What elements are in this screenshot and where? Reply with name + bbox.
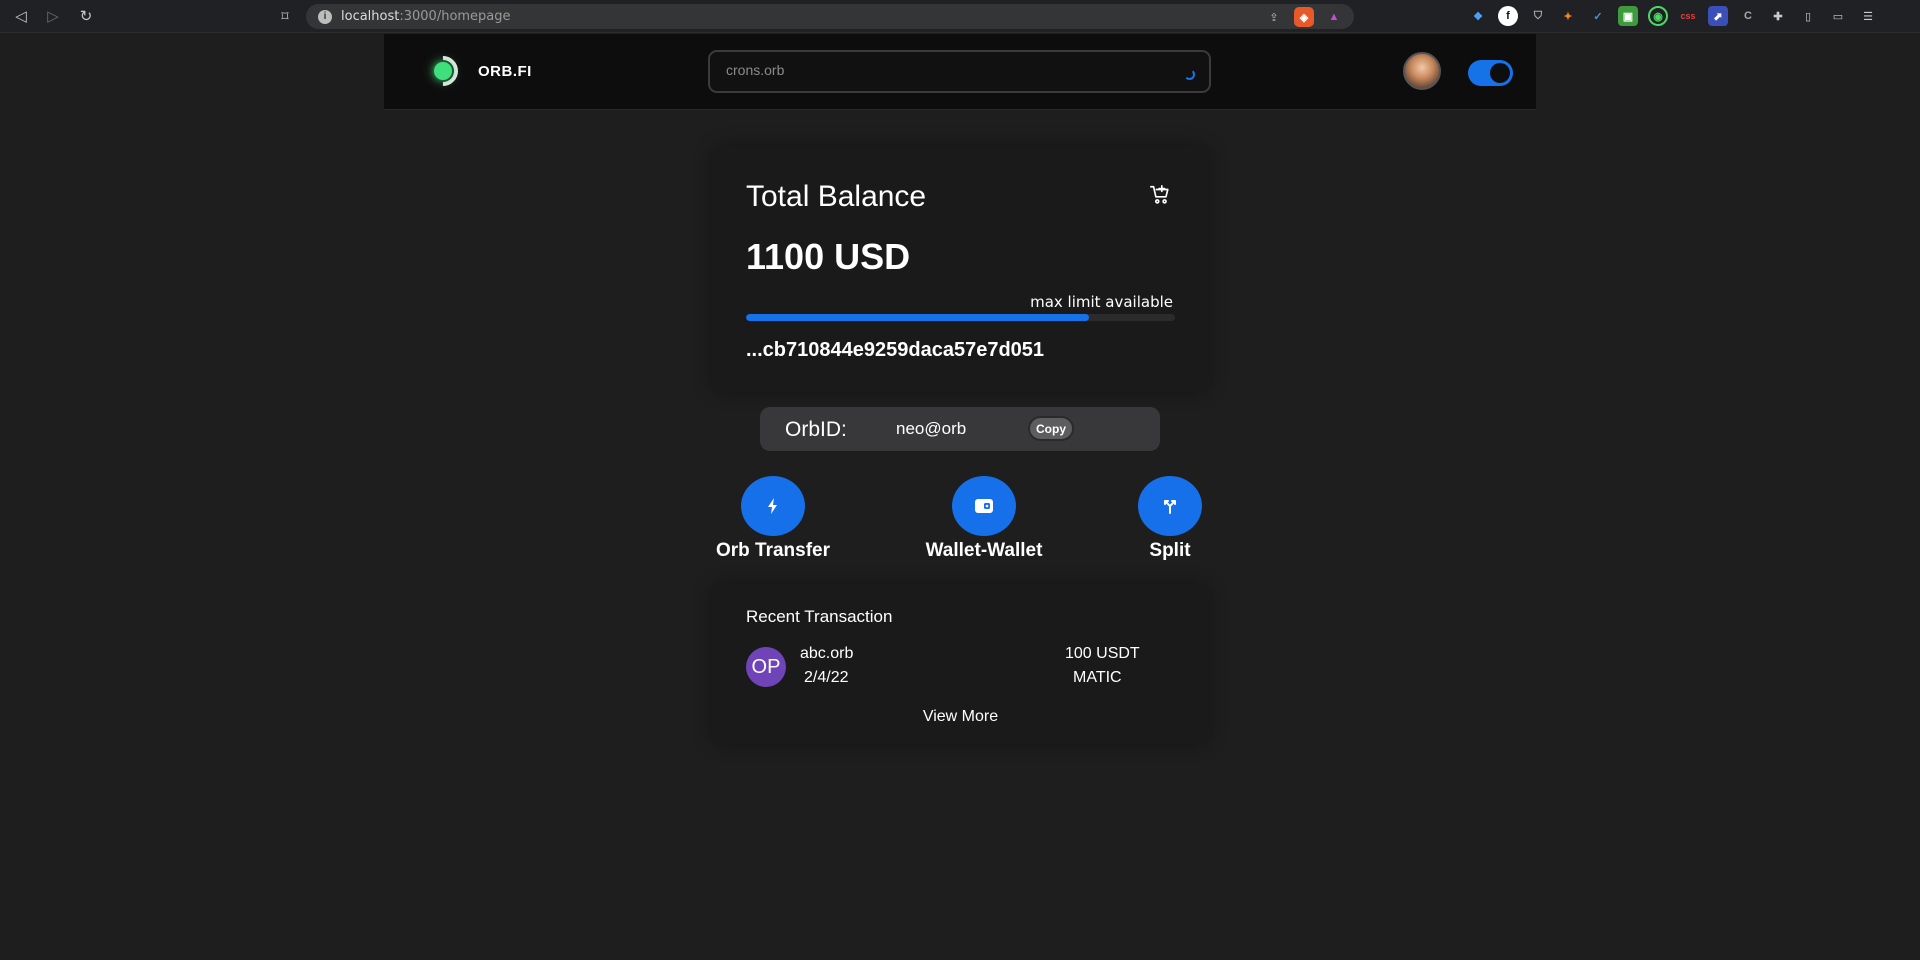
balance-card: Total Balance 1100 USD max limit availab… [712, 146, 1209, 392]
reload-icon[interactable]: ↻ [74, 4, 98, 28]
orbid-bar: OrbID: neo@orb Copy [760, 407, 1160, 451]
orbid-label: OrbID: [785, 418, 847, 441]
url-host: localhost [341, 9, 400, 24]
forward-icon[interactable]: ▷ [41, 4, 65, 28]
theme-toggle[interactable] [1468, 60, 1513, 86]
extension-icon[interactable]: ✓ [1588, 6, 1608, 26]
wallet-wallet-action[interactable]: Wallet-Wallet [918, 476, 1050, 562]
search-input[interactable] [726, 62, 1166, 78]
transaction-chain: MATIC [1073, 669, 1122, 686]
orb-logo-icon[interactable] [421, 49, 465, 93]
extension-icon[interactable]: ◉ [1648, 6, 1668, 26]
orb-transfer-button[interactable] [741, 476, 805, 536]
sidebar-icon[interactable]: ▯ [1798, 6, 1818, 26]
extension-icon[interactable]: ⛉ [1528, 6, 1548, 26]
extension-icon[interactable]: ⬈ [1708, 6, 1728, 26]
url-text[interactable]: localhost:3000/homepage [341, 9, 511, 24]
view-more-link[interactable]: View More [712, 708, 1209, 726]
user-avatar[interactable] [1403, 52, 1441, 90]
extension-icon[interactable]: ❖ [1468, 6, 1488, 26]
limit-progress-fill [746, 314, 1090, 321]
split-icon [1164, 500, 1176, 514]
split-button[interactable] [1138, 476, 1202, 536]
app-header: ORB.FI [384, 34, 1536, 110]
orb-transfer-action[interactable]: Orb Transfer [716, 476, 830, 562]
metamask-icon[interactable]: ✦ [1558, 6, 1578, 26]
wallet-wallet-button[interactable] [952, 476, 1016, 536]
extension-icon[interactable]: C [1738, 6, 1758, 26]
copy-button[interactable]: Copy [1028, 416, 1074, 441]
balance-value: 1100 USD [746, 236, 911, 277]
address-bar[interactable]: i localhost:3000/homepage ⇪ ◈ ▲ [306, 4, 1354, 29]
menu-icon[interactable]: ☰ [1858, 6, 1878, 26]
extensions-puzzle-icon[interactable]: ✚ [1768, 6, 1788, 26]
loading-spinner-icon [1184, 69, 1195, 80]
url-path: :3000/homepage [399, 9, 511, 24]
search-box[interactable] [708, 50, 1211, 93]
browser-toolbar: ◁ ▷ ↻ ⌑ i localhost:3000/homepage ⇪ ◈ ▲ … [0, 0, 1920, 33]
brand-name[interactable]: ORB.FI [478, 63, 532, 80]
orbid-value: neo@orb [896, 419, 967, 438]
transaction-avatar: OP [746, 647, 786, 687]
back-icon[interactable]: ◁ [9, 4, 33, 28]
bookmark-icon[interactable]: ⌑ [273, 4, 297, 28]
balance-title: Total Balance [746, 180, 927, 213]
toggle-knob [1490, 63, 1510, 83]
transaction-amount: 100 USDT [1065, 645, 1140, 662]
wallet-address: ...cb710844e9259daca57e7d051 [746, 339, 1045, 361]
split-label: Split [1149, 540, 1191, 561]
extension-icon[interactable]: ▣ [1618, 6, 1638, 26]
extension-icon[interactable]: css [1678, 6, 1698, 26]
site-info-icon[interactable]: i [318, 9, 332, 24]
recent-transactions-title: Recent Transaction [746, 607, 893, 626]
wallet-wallet-label: Wallet-Wallet [925, 540, 1043, 561]
recent-transactions-card: Recent Transaction OP abc.orb 2/4/22 100… [712, 584, 1209, 744]
wallet-icon [975, 499, 993, 513]
split-action[interactable]: Split [1134, 476, 1206, 562]
transaction-date: 2/4/22 [804, 669, 849, 686]
wallet-browser-icon[interactable]: ▭ [1828, 6, 1848, 26]
lightning-icon [768, 498, 777, 514]
limit-progress-bar [746, 314, 1175, 321]
brave-shield-icon[interactable]: ◈ [1294, 7, 1314, 27]
extension-icon[interactable]: f [1498, 6, 1518, 26]
add-to-cart-icon[interactable] [1149, 184, 1171, 206]
orb-transfer-label: Orb Transfer [715, 540, 831, 561]
share-icon[interactable]: ⇪ [1264, 7, 1284, 27]
brave-rewards-icon[interactable]: ▲ [1324, 7, 1344, 27]
transaction-name[interactable]: abc.orb [800, 645, 853, 663]
limit-label: max limit available [1030, 293, 1173, 311]
